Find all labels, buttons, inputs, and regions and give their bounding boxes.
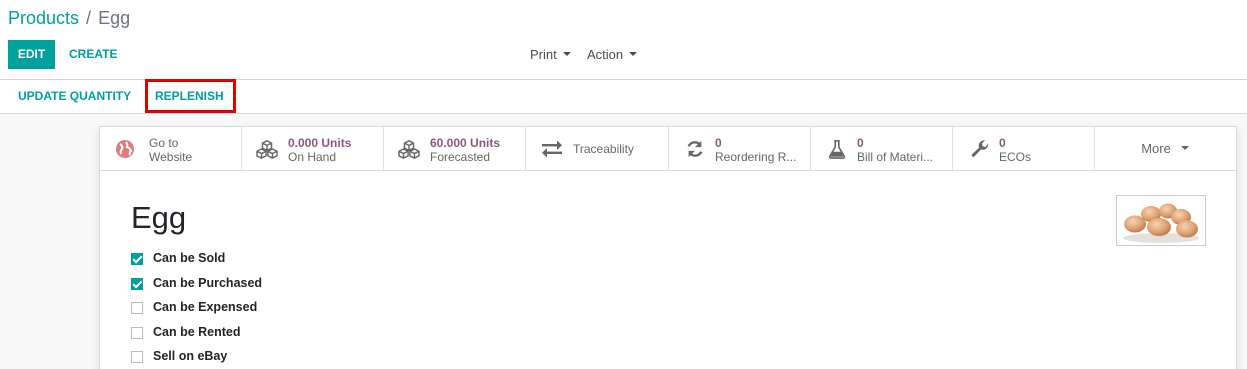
caret-down-icon: [1180, 146, 1189, 151]
checkbox-sell-on-ebay[interactable]: [131, 351, 143, 364]
option-label: Sell on eBay: [153, 349, 228, 364]
more-label: More: [1141, 141, 1171, 156]
form-sheet: Go to Website 0.000 Units On Hand 60.000…: [99, 126, 1237, 369]
ecos-button[interactable]: 0 ECOs: [953, 127, 1095, 171]
replenish-highlight-box: [145, 79, 236, 113]
ecos-label: ECOs: [999, 150, 1032, 164]
bom-value: 0: [857, 136, 864, 150]
print-dropdown[interactable]: Print: [530, 40, 571, 69]
reordering-value: 0: [715, 136, 722, 150]
more-dropdown[interactable]: More: [1095, 127, 1235, 171]
option-label: Can be Rented: [153, 324, 241, 339]
reordering-rules-button[interactable]: 0 Reordering R...: [669, 127, 811, 171]
flask-icon: [828, 140, 846, 159]
arrows-exchange-icon: [542, 140, 562, 158]
caret-down-icon: [562, 52, 571, 57]
ecos-value: 0: [999, 136, 1006, 150]
website-line2: Website: [149, 150, 193, 164]
edit-button[interactable]: EDIT: [8, 40, 55, 69]
product-image[interactable]: [1116, 195, 1206, 246]
breadcrumb-separator: /: [86, 8, 92, 28]
forecasted-button[interactable]: 60.000 Units Forecasted: [384, 127, 526, 171]
go-to-website-button[interactable]: Go to Website: [100, 127, 242, 171]
eggs-image: [1123, 203, 1199, 243]
option-can-be-purchased[interactable]: Can be Purchased: [131, 274, 262, 299]
option-label: Can be Sold: [153, 251, 226, 266]
breadcrumb-current: Egg: [98, 8, 131, 28]
on-hand-value: 0.000 Units: [288, 136, 352, 150]
checkbox-can-be-rented[interactable]: [131, 326, 143, 339]
action-label: Action: [587, 47, 624, 62]
smart-buttons-bar: Go to Website 0.000 Units On Hand 60.000…: [100, 127, 1236, 171]
action-dropdown[interactable]: Action: [587, 40, 638, 69]
on-hand-button[interactable]: 0.000 Units On Hand: [242, 127, 384, 171]
option-can-be-expensed[interactable]: Can be Expensed: [131, 298, 262, 323]
traceability-label: Traceability: [573, 142, 634, 156]
option-sell-on-ebay[interactable]: Sell on eBay: [131, 347, 262, 369]
reordering-label: Reordering R...: [715, 150, 797, 164]
forecasted-label: Forecasted: [430, 150, 491, 164]
bill-of-materials-button[interactable]: 0 Bill of Materi...: [811, 127, 953, 171]
checkbox-can-be-purchased[interactable]: [131, 277, 143, 290]
bom-label: Bill of Materi...: [857, 150, 934, 164]
breadcrumb-products-link[interactable]: Products: [8, 8, 79, 28]
option-label: Can be Expensed: [153, 300, 258, 315]
breadcrumb: Products / Egg: [8, 7, 130, 29]
cubes-icon: [398, 140, 420, 159]
forecasted-value: 60.000 Units: [430, 136, 501, 150]
traceability-button[interactable]: Traceability: [526, 127, 669, 171]
cubes-icon: [256, 140, 278, 159]
option-can-be-rented[interactable]: Can be Rented: [131, 323, 262, 348]
checkbox-can-be-sold[interactable]: [131, 253, 143, 266]
checkbox-can-be-expensed[interactable]: [131, 302, 143, 315]
update-quantity-button[interactable]: UPDATE QUANTITY: [18, 80, 131, 113]
product-name[interactable]: Egg: [131, 200, 186, 236]
product-options: Can be Sold Can be Purchased Can be Expe…: [131, 249, 262, 369]
on-hand-label: On Hand: [288, 150, 337, 164]
control-panel: Products / Egg EDIT CREATE Print Action: [0, 0, 1247, 80]
option-can-be-sold[interactable]: Can be Sold: [131, 249, 262, 274]
print-label: Print: [530, 47, 557, 62]
wrench-icon: [971, 140, 989, 157]
refresh-icon: [687, 140, 703, 158]
option-label: Can be Purchased: [153, 275, 263, 290]
globe-icon: [116, 140, 134, 158]
create-button[interactable]: CREATE: [62, 40, 124, 69]
caret-down-icon: [629, 52, 638, 57]
website-line1: Go to: [149, 136, 179, 150]
